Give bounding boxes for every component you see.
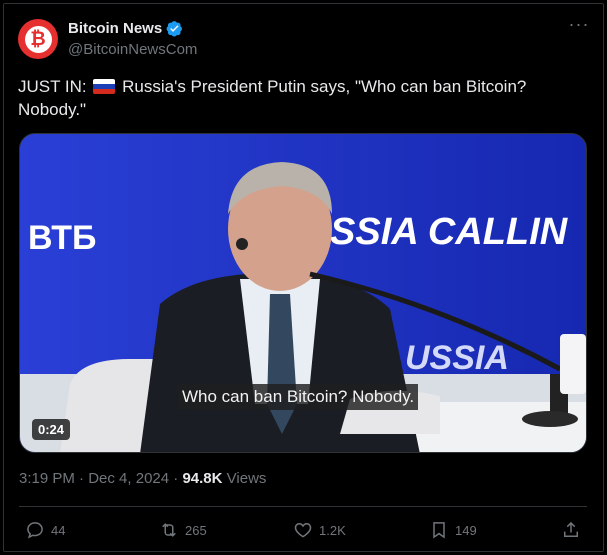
author-info: Bitcoin News @BitcoinNewsCom bbox=[68, 20, 197, 58]
bookmark-icon bbox=[433, 522, 445, 539]
video-duration-badge: 0:24 bbox=[32, 419, 71, 440]
like-button[interactable]: 1.2K bbox=[293, 516, 346, 544]
video-caption: Who can ban Bitcoin? Nobody. bbox=[178, 384, 419, 410]
author-display-name[interactable]: Bitcoin News bbox=[68, 20, 162, 37]
like-count: 1.2K bbox=[319, 522, 346, 538]
reply-icon bbox=[27, 522, 43, 539]
views-count: 94.8K bbox=[182, 470, 223, 487]
bookmark-button[interactable]: 149 bbox=[429, 516, 477, 544]
tweet-prefix: JUST IN: bbox=[18, 77, 87, 96]
author-handle[interactable]: @BitcoinNewsCom bbox=[68, 41, 197, 58]
backdrop-banner-bottom: USSIA bbox=[405, 339, 509, 377]
share-icon bbox=[564, 521, 578, 537]
more-options-icon[interactable]: ··· bbox=[567, 15, 591, 37]
share-button[interactable] bbox=[561, 516, 581, 544]
bookmark-count: 149 bbox=[455, 522, 477, 538]
tweet-date[interactable]: Dec 4, 2024 bbox=[88, 470, 169, 487]
bitcoin-logo-icon: ₿ bbox=[24, 25, 52, 53]
tweet-header: ₿ Bitcoin News @BitcoinNewsCom ··· bbox=[18, 15, 591, 61]
tweet-meta: 3:19 PM · Dec 4, 2024 · 94.8K Views bbox=[19, 470, 266, 487]
backdrop-banner-top: SSIA CALLIN bbox=[330, 211, 569, 253]
reply-count: 44 bbox=[51, 522, 66, 538]
video-player[interactable]: ВТБ SSIA CALLIN USSIA Who can ban Bitcoi… bbox=[19, 133, 587, 453]
divider bbox=[19, 506, 587, 507]
action-bar: 44 265 1.2K 149 bbox=[19, 516, 587, 544]
avatar[interactable]: ₿ bbox=[18, 19, 58, 59]
tweet-text: JUST IN: Russia's President Putin says, … bbox=[18, 75, 578, 121]
tweet-time[interactable]: 3:19 PM bbox=[19, 470, 75, 487]
heart-icon bbox=[294, 522, 312, 538]
tweet-card: ₿ Bitcoin News @BitcoinNewsCom ··· JUST … bbox=[3, 3, 604, 552]
meta-separator-2: · bbox=[173, 470, 179, 487]
meta-separator: · bbox=[79, 470, 85, 487]
repost-icon bbox=[162, 523, 176, 537]
verified-badge-icon bbox=[166, 21, 183, 37]
backdrop-logo: ВТБ bbox=[28, 219, 96, 257]
repost-button[interactable]: 265 bbox=[159, 516, 207, 544]
repost-count: 265 bbox=[185, 522, 207, 538]
reply-button[interactable]: 44 bbox=[25, 516, 65, 544]
views-label: Views bbox=[226, 470, 267, 487]
russia-flag-icon bbox=[93, 79, 116, 94]
